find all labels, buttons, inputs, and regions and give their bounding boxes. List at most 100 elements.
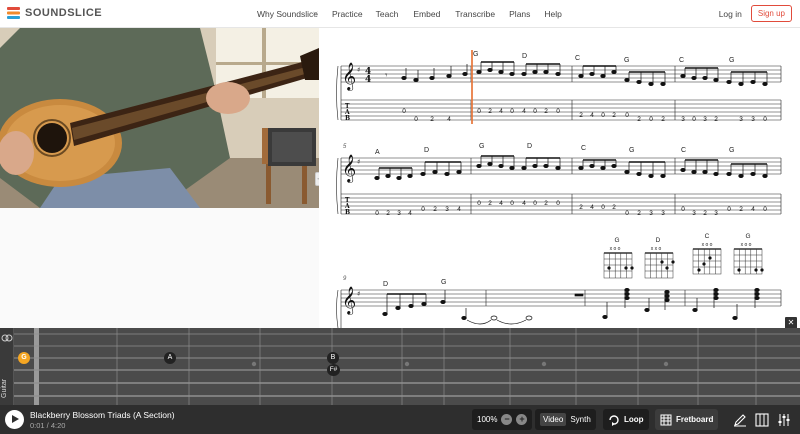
video-source-button[interactable]: Video [540, 413, 567, 426]
measure-number-9: 9 [343, 276, 347, 282]
svg-text:0: 0 [727, 206, 731, 213]
fret-note[interactable]: F# [327, 364, 340, 376]
svg-text:0: 0 [556, 200, 560, 207]
chevron-down-icon: ⌵ [313, 10, 318, 16]
svg-text:2: 2 [637, 116, 641, 123]
svg-text:2: 2 [579, 112, 583, 119]
chord-label: G [729, 147, 734, 154]
signup-button[interactable]: Sign up [750, 5, 792, 22]
chord-label: G [629, 147, 634, 154]
playback-time: 0:01 / 4:20 [30, 421, 66, 430]
svg-text:0: 0 [375, 210, 379, 217]
fretboard-toggle[interactable]: Fretboard [655, 409, 719, 430]
svg-text:♯: ♯ [357, 158, 360, 166]
video-panel-empty [0, 208, 319, 328]
login-link[interactable]: Log in [719, 9, 742, 19]
zoom-level: 100% [477, 415, 498, 424]
svg-text:B: B [345, 209, 350, 216]
zoom-out-icon[interactable]: − [501, 414, 513, 425]
svg-text:0: 0 [763, 116, 767, 123]
settings-sliders-icon[interactable] [777, 413, 791, 427]
fretboard-sidebar: Guitar [0, 328, 14, 405]
svg-text:2: 2 [433, 206, 437, 213]
svg-text:𝄞: 𝄞 [342, 62, 356, 91]
svg-text:♯: ♯ [357, 66, 360, 74]
tuning-icon[interactable] [1, 332, 13, 344]
nav-transcribe[interactable]: Transcribe [455, 9, 495, 19]
svg-text:C: C [705, 233, 710, 240]
svg-text:0: 0 [402, 108, 406, 115]
fret-note[interactable]: B [327, 352, 339, 364]
measure-number-5: 5 [343, 144, 347, 150]
chord-label: G [624, 57, 629, 64]
score-svg: 𝄞 𝄞 𝄞 ♯ ♯ ♯ 4 4 T A B T A B 5 9 G D C G … [336, 50, 782, 328]
svg-text:4: 4 [590, 204, 594, 211]
chord-label: D [383, 281, 388, 288]
svg-text:G: G [614, 237, 619, 244]
video-frame [0, 28, 319, 208]
svg-text:0: 0 [510, 200, 514, 207]
svg-text:2: 2 [714, 116, 718, 123]
svg-text:4: 4 [447, 116, 451, 123]
pencil-icon[interactable] [733, 413, 747, 427]
svg-text:0: 0 [649, 116, 653, 123]
logo[interactable]: SOUNDSLICE [7, 6, 102, 20]
soundslice-logo-icon [7, 7, 20, 19]
nav-practice[interactable]: Practice [332, 9, 363, 19]
chord-label: G [441, 279, 446, 286]
svg-text:2: 2 [488, 200, 492, 207]
chord-label: C [575, 55, 580, 62]
svg-text:0: 0 [477, 108, 481, 115]
svg-text:0: 0 [510, 108, 514, 115]
chord-label: D [522, 53, 527, 60]
svg-text:G: G [745, 233, 750, 240]
row2-notes [374, 155, 768, 181]
svg-text:3: 3 [681, 116, 685, 123]
video-player[interactable] [0, 28, 319, 208]
svg-text:2: 2 [488, 108, 492, 115]
svg-text:3: 3 [397, 210, 401, 217]
svg-text:4: 4 [522, 108, 526, 115]
svg-text:2: 2 [739, 206, 743, 213]
svg-text:3: 3 [751, 116, 755, 123]
svg-text:0: 0 [601, 112, 605, 119]
synth-source-button[interactable]: Synth [570, 415, 590, 424]
notation-score[interactable]: 𝄞 𝄞 𝄞 ♯ ♯ ♯ 4 4 T A B T A B 5 9 G D C G … [319, 28, 800, 328]
svg-text:0: 0 [477, 200, 481, 207]
nav-help[interactable]: Help [544, 9, 561, 19]
nav-why-soundslice[interactable]: Why Soundslice [257, 9, 318, 19]
svg-text:2: 2 [661, 116, 665, 123]
fret-note-open[interactable]: G [18, 352, 30, 364]
playhead[interactable] [471, 50, 473, 124]
svg-text:3: 3 [661, 210, 665, 217]
zoom-control: 100% − + [472, 409, 533, 430]
fretboard-svg [14, 328, 800, 405]
svg-text:2: 2 [703, 210, 707, 217]
player-bar: Blackberry Blossom Triads (A Section) 0:… [0, 405, 800, 434]
svg-text:0: 0 [601, 204, 605, 211]
nav-plans[interactable]: Plans [509, 9, 530, 19]
svg-text:2: 2 [637, 210, 641, 217]
top-nav: SOUNDSLICE Why Soundslice ⌵ Practice Tea… [0, 0, 800, 28]
nav-account: Log in Sign up [719, 5, 792, 22]
nav-teach[interactable]: Teach [376, 9, 399, 19]
row1-tab: 0 0 2 4 0 2 4 0 4 0 2 0 2 4 0 2 0 2 0 2 … [402, 108, 767, 123]
svg-text:0: 0 [763, 206, 767, 213]
zoom-in-icon[interactable]: + [516, 414, 528, 425]
fret-note[interactable]: A [164, 352, 176, 364]
nav-embed[interactable]: Embed [413, 9, 440, 19]
chord-label: C [679, 57, 684, 64]
svg-text:2: 2 [544, 200, 548, 207]
svg-text:B: B [345, 115, 350, 122]
play-button[interactable] [5, 410, 24, 429]
chord-label: C [681, 147, 686, 154]
svg-text:4: 4 [408, 210, 412, 217]
fretboard-panel[interactable]: ✕ Guitar G A B F# [0, 317, 800, 405]
piano-icon[interactable] [755, 413, 769, 427]
svg-text:3: 3 [739, 116, 743, 123]
svg-text:3: 3 [703, 116, 707, 123]
loop-label: Loop [624, 415, 644, 424]
svg-text:2: 2 [386, 210, 390, 217]
loop-button[interactable]: Loop [603, 409, 649, 430]
svg-text:2: 2 [579, 204, 583, 211]
